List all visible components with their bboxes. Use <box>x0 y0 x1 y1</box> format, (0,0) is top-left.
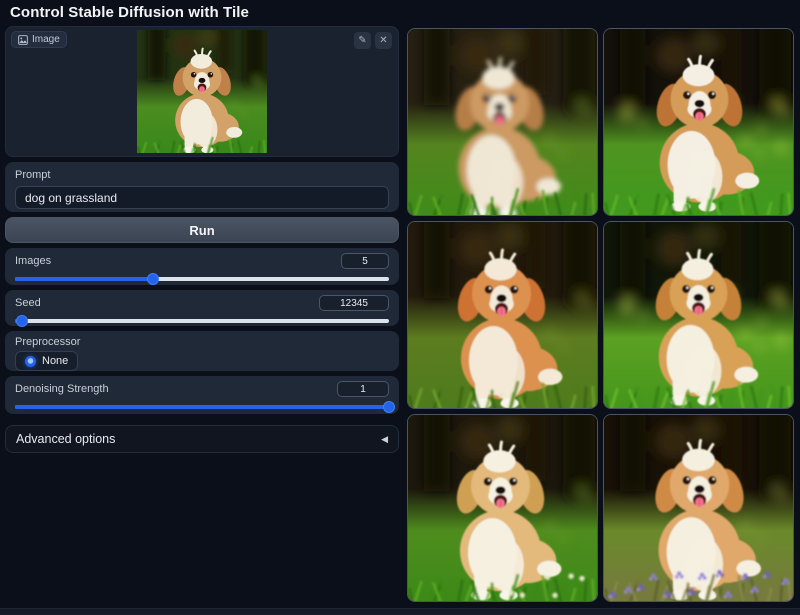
prompt-field: Prompt <box>5 162 399 212</box>
app-header: Control Stable Diffusion with Tile <box>0 0 800 24</box>
images-label: Images <box>15 255 52 267</box>
preprocessor-option-none[interactable]: None <box>15 351 79 371</box>
image-icon <box>18 34 28 45</box>
generated-image-4[interactable] <box>603 221 794 409</box>
clear-icon[interactable]: ✕ <box>375 32 392 49</box>
advanced-options-accordion[interactable]: Advanced options ◀ <box>5 425 399 453</box>
preprocessor-label: Preprocessor <box>15 336 81 348</box>
slider-fill <box>15 277 154 281</box>
accordion-collapse-arrow-icon: ◀ <box>381 433 388 444</box>
slider-track <box>15 319 389 323</box>
prompt-label: Prompt <box>15 169 51 181</box>
control-panel: Image ✎ ✕ Prompt Run Images <box>5 26 399 608</box>
denoising-number-input[interactable] <box>337 381 389 397</box>
seed-slider-block: Seed <box>5 290 399 327</box>
slider-fill <box>15 405 389 409</box>
seed-slider-handle[interactable] <box>16 315 29 327</box>
images-number-input[interactable] <box>341 253 389 269</box>
generated-image-5[interactable] <box>407 414 598 602</box>
edit-icon[interactable]: ✎ <box>354 32 371 49</box>
prompt-input[interactable] <box>15 186 389 209</box>
page-title: Control Stable Diffusion with Tile <box>10 3 249 21</box>
footer-strip <box>0 608 800 615</box>
seed-number-input[interactable] <box>319 295 389 311</box>
main-layout: Image ✎ ✕ Prompt Run Images <box>0 24 800 608</box>
seed-slider[interactable] <box>15 315 389 327</box>
image-toolbar: ✎ ✕ <box>354 32 392 49</box>
advanced-options-label: Advanced options <box>16 432 116 446</box>
image-component-label: Image <box>11 31 67 48</box>
generated-image-1[interactable] <box>407 28 598 216</box>
images-slider-handle[interactable] <box>147 273 160 285</box>
image-input[interactable]: Image ✎ ✕ <box>5 26 399 157</box>
denoising-slider[interactable] <box>15 401 395 413</box>
input-image-thumbnail[interactable] <box>137 30 267 153</box>
denoising-slider-block: Denoising Strength <box>5 376 399 414</box>
generated-image-3[interactable] <box>407 221 598 409</box>
run-button[interactable]: Run <box>5 217 399 243</box>
seed-label: Seed <box>15 297 41 309</box>
preprocessor-block: Preprocessor None <box>5 331 399 371</box>
images-slider-block: Images <box>5 248 399 285</box>
output-panel <box>406 26 795 608</box>
denoising-label: Denoising Strength <box>15 383 109 395</box>
generated-image-2[interactable] <box>603 28 794 216</box>
images-slider[interactable] <box>15 273 389 285</box>
denoising-slider-handle[interactable] <box>383 401 395 413</box>
radio-option-label: None <box>42 355 69 367</box>
gallery-grid <box>406 26 795 602</box>
generated-image-6[interactable] <box>603 414 794 602</box>
radio-selected-icon <box>25 355 36 367</box>
